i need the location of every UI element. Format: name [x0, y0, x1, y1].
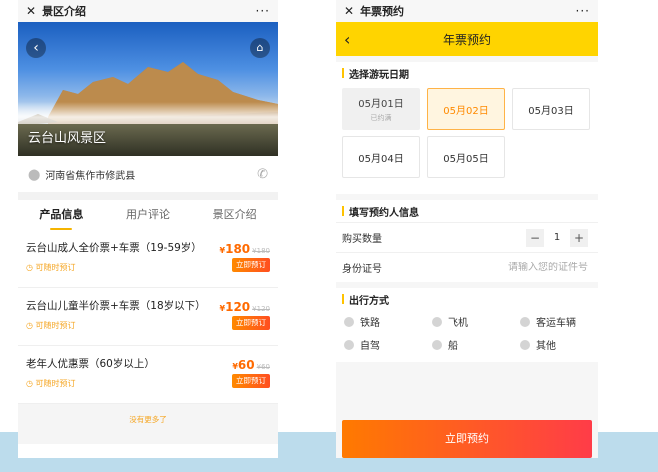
- id-number-row: 身份证号: [336, 252, 598, 282]
- radio-circle-icon[interactable]: [344, 316, 354, 327]
- travel-option-boat[interactable]: 船: [432, 337, 520, 352]
- location-pin-icon: ⬤: [28, 167, 41, 181]
- date-label: 05月01日: [358, 99, 404, 110]
- window-topbar: ✕ 年票预约 ···: [336, 0, 598, 22]
- close-icon[interactable]: ✕: [26, 4, 36, 18]
- price-block: ¥60 ¥60: [232, 354, 270, 373]
- tab-bar: 产品信息 用户评论 景区介绍: [18, 200, 278, 230]
- clock-icon: ◷: [26, 379, 36, 388]
- more-menu-icon[interactable]: ···: [256, 4, 270, 18]
- date-option[interactable]: 05月05日: [427, 136, 505, 178]
- radio-circle-icon[interactable]: [520, 339, 530, 350]
- submit-booking-button[interactable]: 立即预约: [342, 420, 592, 458]
- ticket-item[interactable]: 老年人优惠票（60岁以上） ◷ 可随时预订 ¥60 ¥60 立即预订: [18, 346, 278, 404]
- section-marker: [342, 206, 344, 216]
- info-section-title: 填写预约人信息: [349, 207, 419, 219]
- ticket-price: 120: [225, 300, 251, 314]
- option-label: 船: [448, 341, 458, 352]
- tab-user-reviews[interactable]: 用户评论: [105, 200, 192, 230]
- scenic-intro-screen: ✕ 景区介绍 ··· ‹ ⌂ 云台山风景区 ⬤ 河南省焦作市修武县 ✆ 产品信息…: [18, 0, 278, 458]
- ticket-price: 180: [225, 242, 251, 256]
- clock-icon: ◷: [26, 321, 36, 330]
- date-label: 05月02日: [443, 105, 489, 117]
- travel-option-other[interactable]: 其他: [520, 337, 598, 352]
- option-label: 其他: [536, 341, 556, 352]
- close-icon[interactable]: ✕: [344, 4, 354, 18]
- travel-option-coach[interactable]: 客运车辆: [520, 314, 598, 329]
- ticket-note: 可随时预订: [35, 321, 76, 330]
- date-option[interactable]: 05月04日: [342, 136, 420, 178]
- book-now-button[interactable]: 立即预订: [232, 374, 270, 388]
- date-section: 选择游玩日期 05月01日 已约满 05月02日 05月03日 05月04日 0…: [336, 62, 598, 194]
- date-grid: 05月01日 已约满 05月02日 05月03日 05月04日 05月05日: [336, 84, 598, 194]
- no-more-text: 没有更多了: [18, 404, 278, 444]
- travel-mode-section: 出行方式 铁路 飞机 客运车辆 自驾 船 其他: [336, 288, 598, 362]
- address-row: ⬤ 河南省焦作市修武县 ✆: [18, 156, 278, 200]
- date-section-title: 选择游玩日期: [349, 69, 409, 81]
- quantity-stepper: − 1 +: [526, 228, 588, 247]
- option-label: 飞机: [448, 318, 468, 329]
- window-title: 景区介绍: [42, 5, 87, 18]
- original-price: ¥60: [256, 363, 270, 371]
- clock-icon: ◷: [26, 263, 36, 272]
- date-option[interactable]: 05月02日: [427, 88, 505, 130]
- scenic-name: 云台山风景区: [28, 131, 107, 146]
- phone-icon[interactable]: ✆: [257, 167, 268, 182]
- id-label: 身份证号: [342, 264, 382, 275]
- quantity-row: 购买数量 − 1 +: [336, 222, 598, 252]
- section-marker: [342, 68, 344, 78]
- option-label: 客运车辆: [536, 318, 576, 329]
- ticket-item[interactable]: 云台山儿童半价票+车票（18岁以下） ◷ 可随时预订 ¥120 ¥120 立即预订: [18, 288, 278, 346]
- travel-options: 铁路 飞机 客运车辆 自驾 船 其他: [336, 310, 598, 362]
- hero-image: ‹ ⌂ 云台山风景区: [18, 22, 278, 156]
- quantity-label: 购买数量: [342, 234, 382, 245]
- travel-option-plane[interactable]: 飞机: [432, 314, 520, 329]
- quantity-value: 1: [553, 232, 561, 243]
- tab-scenic-intro[interactable]: 景区介绍: [191, 200, 278, 230]
- date-label: 05月04日: [358, 153, 404, 165]
- price-block: ¥180 ¥180: [220, 238, 270, 257]
- window-title: 年票预约: [360, 5, 405, 18]
- ticket-item[interactable]: 云台山成人全价票+车票（19-59岁） ◷ 可随时预订 ¥180 ¥180 立即预…: [18, 230, 278, 288]
- more-menu-icon[interactable]: ···: [576, 4, 590, 18]
- nav-bar: ‹ 年票预约: [336, 22, 598, 56]
- annual-ticket-booking-screen: ✕ 年票预约 ··· ‹ 年票预约 选择游玩日期 05月01日 已约满 05月0…: [336, 0, 598, 458]
- original-price: ¥120: [252, 305, 270, 313]
- address-text: 河南省焦作市修武县: [45, 170, 136, 182]
- id-number-input[interactable]: [468, 262, 588, 273]
- travel-section-title: 出行方式: [349, 295, 389, 307]
- book-now-button[interactable]: 立即预订: [232, 258, 270, 272]
- window-topbar: ✕ 景区介绍 ···: [18, 0, 278, 22]
- section-marker: [342, 294, 344, 304]
- increment-button[interactable]: +: [570, 228, 588, 247]
- ticket-note: 可随时预订: [35, 379, 76, 388]
- book-now-button[interactable]: 立即预订: [232, 316, 270, 330]
- radio-circle-icon[interactable]: [432, 339, 442, 350]
- price-block: ¥120 ¥120: [220, 296, 270, 315]
- home-button[interactable]: ⌂: [250, 38, 270, 58]
- date-label: 05月03日: [528, 105, 574, 117]
- back-button[interactable]: ‹: [26, 38, 46, 58]
- option-label: 自驾: [360, 341, 380, 352]
- chevron-left-icon[interactable]: ‹: [344, 30, 350, 49]
- nav-title: 年票预约: [442, 32, 491, 47]
- radio-circle-icon[interactable]: [432, 316, 442, 327]
- radio-circle-icon[interactable]: [344, 339, 354, 350]
- date-status: 已约满: [370, 114, 392, 122]
- decrement-button[interactable]: −: [526, 228, 544, 247]
- original-price: ¥180: [252, 247, 270, 255]
- date-option[interactable]: 05月03日: [512, 88, 590, 130]
- ticket-price: 60: [237, 358, 255, 372]
- date-label: 05月05日: [443, 153, 489, 165]
- option-label: 铁路: [360, 318, 380, 329]
- radio-circle-icon[interactable]: [520, 316, 530, 327]
- date-option[interactable]: 05月01日 已约满: [342, 88, 420, 130]
- booker-info-section: 填写预约人信息 购买数量 − 1 + 身份证号: [336, 200, 598, 282]
- ticket-note: 可随时预订: [35, 263, 76, 272]
- tab-product-info[interactable]: 产品信息: [18, 200, 105, 230]
- travel-option-self-drive[interactable]: 自驾: [344, 337, 432, 352]
- travel-option-railway[interactable]: 铁路: [344, 314, 432, 329]
